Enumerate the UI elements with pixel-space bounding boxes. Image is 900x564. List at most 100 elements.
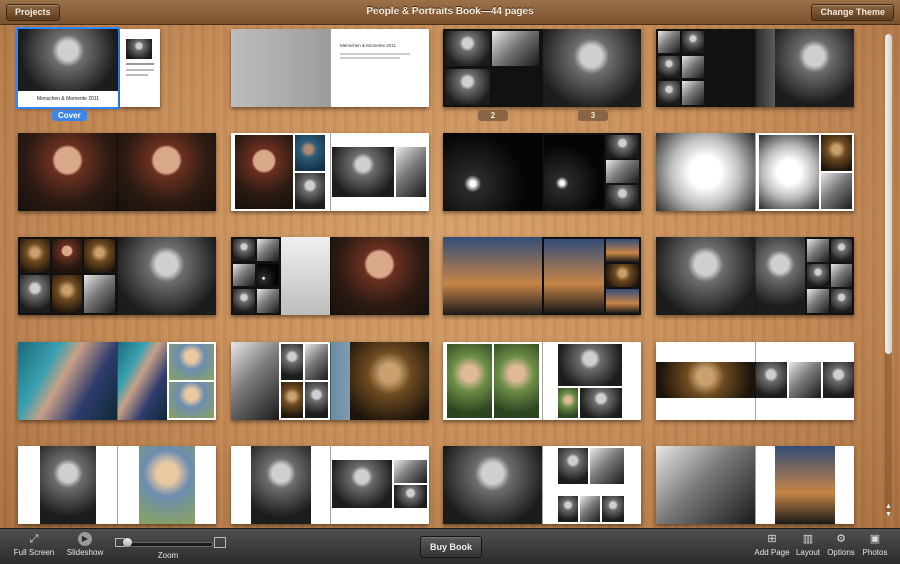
photo (558, 448, 588, 484)
page-12 (656, 133, 755, 211)
photo (139, 446, 195, 524)
zoom-slider-knob[interactable] (123, 538, 132, 547)
page-9 (330, 133, 429, 211)
spread-pages-28-29[interactable] (656, 342, 854, 420)
window-title: People & Portraits Book—44 pages (366, 6, 534, 17)
spread-pages-14-15[interactable] (18, 237, 216, 315)
cover-page[interactable]: Menschen & Momente 2011 (16, 27, 120, 109)
spread-fold (755, 446, 756, 524)
cover-caption: Menschen & Momente 2011 (18, 91, 118, 107)
spread-pages-18-19[interactable] (443, 237, 641, 315)
intro-text-line (340, 53, 410, 55)
photo (235, 135, 293, 209)
spread-fold (330, 446, 331, 524)
flap-text (126, 69, 154, 71)
photo (831, 264, 852, 287)
photos-button[interactable]: ▣ Photos (859, 532, 891, 557)
photo (20, 239, 50, 273)
buy-book-button[interactable]: Buy Book (420, 536, 482, 558)
spread-pages-12-13[interactable] (656, 133, 854, 211)
page-8 (231, 133, 330, 211)
flap-text (126, 63, 154, 65)
page-18 (443, 237, 542, 315)
photo (807, 289, 829, 313)
slideshow-button[interactable]: ▶ Slideshow (62, 532, 108, 557)
photo (775, 446, 835, 524)
photo (492, 31, 539, 66)
spread-pages-30-31[interactable] (18, 446, 216, 524)
photo (807, 239, 829, 262)
spread-fold (542, 133, 543, 211)
scroll-down-arrow-icon[interactable]: ▼ (884, 511, 893, 518)
photo (580, 388, 622, 418)
spread-fold (542, 342, 543, 420)
spread-fold (117, 237, 118, 315)
full-screen-button[interactable]: ⤢ Full Screen (10, 532, 58, 557)
photo (807, 264, 829, 287)
full-screen-label: Full Screen (13, 548, 55, 557)
cover-label: Cover (52, 110, 87, 121)
play-icon: ▶ (78, 532, 92, 546)
spread-fold (542, 29, 543, 107)
page-3 (542, 29, 641, 107)
photo (682, 31, 704, 53)
photo (117, 342, 167, 420)
photo (257, 264, 279, 286)
photo (332, 147, 394, 197)
spread-pages-36-37[interactable] (656, 446, 854, 524)
page-37 (755, 446, 854, 524)
add-page-button[interactable]: ⊞ Add Page (752, 532, 792, 557)
photos-icon: ▣ (869, 533, 881, 545)
photo (789, 362, 821, 398)
page-15 (117, 237, 216, 315)
page-14 (18, 237, 117, 315)
page-4 (656, 29, 755, 107)
spread-pages-24-25[interactable] (231, 342, 429, 420)
spread-pages-22-23[interactable] (18, 342, 216, 420)
photo (580, 496, 600, 522)
inside-flap[interactable] (120, 29, 160, 107)
scroll-up-arrow-icon[interactable]: ▲ (884, 503, 893, 510)
scrollbar-thumb[interactable] (885, 34, 892, 354)
spread-intro[interactable]: Menschen & Momente 2011 (231, 29, 429, 107)
spread-pages-2-3[interactable] (443, 29, 641, 107)
full-screen-icon: ⤢ (29, 533, 39, 545)
spread-pages-32-33[interactable] (231, 446, 429, 524)
photo (542, 29, 641, 107)
photo (821, 135, 852, 171)
photo (169, 382, 214, 418)
layout-icon: ▥ (802, 533, 814, 545)
photo (606, 135, 639, 158)
spread-pages-4-5[interactable] (656, 29, 854, 107)
page-22 (18, 342, 117, 420)
page-11 (542, 133, 641, 211)
spread-pages-10-11[interactable] (443, 133, 641, 211)
photo (396, 147, 426, 197)
layout-button[interactable]: ▥ Layout (793, 532, 823, 557)
page-number-label: 2 (478, 110, 508, 121)
spread-pages-6-7[interactable] (18, 133, 216, 211)
vertical-scrollbar[interactable] (885, 34, 892, 514)
photo (350, 342, 429, 420)
spread-pages-16-17[interactable] (231, 237, 429, 315)
spread-pages-26-27[interactable] (443, 342, 641, 420)
zoom-slider[interactable] (127, 542, 213, 547)
page-20 (656, 237, 755, 315)
page-23 (117, 342, 216, 420)
add-page-icon: ⊞ (767, 533, 777, 545)
page-6 (18, 133, 117, 211)
zoom-label: Zoom (157, 551, 179, 560)
photo (445, 31, 490, 66)
photo (52, 275, 82, 313)
spread-pages-8-9[interactable] (231, 133, 429, 211)
photo (590, 448, 624, 484)
photo (606, 289, 639, 313)
projects-button[interactable]: Projects (6, 4, 60, 21)
spread-fold (755, 29, 756, 107)
options-button[interactable]: ⚙ Options (825, 532, 857, 557)
spread-pages-34-35[interactable] (443, 446, 641, 524)
spread-pages-20-21[interactable] (656, 237, 854, 315)
photo (656, 362, 755, 398)
change-theme-button[interactable]: Change Theme (811, 4, 894, 21)
spread-fold (755, 237, 756, 315)
